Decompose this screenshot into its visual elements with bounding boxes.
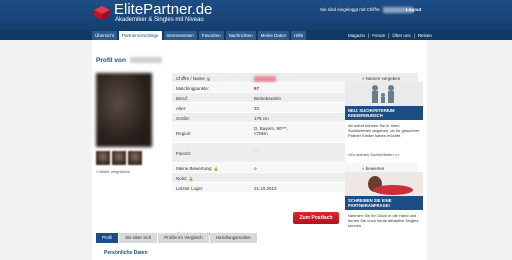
photo-thumbnail[interactable] — [128, 151, 142, 165]
tab-profile-im-vergleich[interactable]: Profile im Vergleich — [158, 233, 209, 243]
photo-thumbnail[interactable] — [96, 151, 110, 165]
height-value: 176 cm — [254, 116, 269, 121]
woman-photo-icon — [345, 172, 423, 196]
page-title: Profil von — [96, 57, 162, 64]
to-mailbox-button[interactable]: Zum Postfach — [293, 212, 339, 224]
row-label: Favorit: — [176, 151, 192, 156]
profile-name-redacted — [129, 57, 162, 64]
row-label: Meine Bewertung: — [176, 166, 213, 171]
tab-favoriten[interactable]: Favoriten — [198, 31, 224, 40]
profile-photo[interactable] — [96, 73, 152, 147]
favorite-heart-icon[interactable]: ♡ — [254, 148, 258, 153]
promo-title: SCHREIBEN SIE EINE PARTNERANFRAGE! — [345, 196, 423, 210]
rating-value: o — [254, 166, 257, 171]
tab-sie-ueber-sich[interactable]: Sie über sich — [119, 233, 158, 243]
last-login-value: 21.10.2013 — [254, 186, 277, 191]
main-nav: Übersicht Partnervorschläge Interessente… — [0, 30, 512, 40]
gift-box-logo-icon[interactable] — [93, 4, 111, 20]
row-label: Alter: — [176, 106, 187, 111]
lock-icon: 🔒 — [213, 166, 219, 171]
enlarge-photos-link[interactable]: » Bilder vergrößern — [96, 169, 130, 174]
tab-nachrichten[interactable]: Nachrichten — [225, 31, 256, 40]
nav-link-reisen[interactable]: Reisen — [418, 31, 432, 40]
tab-partnervorschlaege[interactable]: Partnervorschläge — [119, 31, 162, 40]
matching-points-value: 97 — [254, 86, 260, 91]
tab-uebersicht[interactable]: Übersicht — [92, 31, 118, 40]
lock-icon: 🔒 — [188, 176, 194, 181]
photo-thumbnails — [96, 151, 142, 165]
photo-thumbnail[interactable] — [112, 151, 126, 165]
nav-link-ueber-uns[interactable]: Über uns — [392, 31, 410, 40]
row-label: Größe: — [176, 116, 191, 121]
row-label: Letzter Login: — [176, 186, 204, 191]
job-value: Betriebswirtin — [254, 96, 282, 101]
section-title: Persönliche Daten — [104, 250, 148, 256]
age-value: 33 — [254, 106, 260, 111]
brand-title[interactable]: ElitePartner.de — [114, 1, 212, 18]
lock-icon: 🔒 — [206, 76, 212, 81]
brand-subtitle: Akademiker & Singles mit Niveau — [115, 17, 204, 23]
logout-link[interactable]: Logout — [406, 7, 421, 12]
login-status-text: Sie sind eingeloggt mit Chiffre — [320, 7, 380, 13]
row-label: Chiffre / Name — [176, 76, 205, 81]
sidebar: NEU: SUCHKRITERIUM KINDERWUNSCH Ab sofor… — [345, 82, 423, 260]
nav-link-magazin[interactable]: Magazin — [348, 31, 365, 40]
chiffre-value-redacted — [254, 76, 276, 83]
site-header: ElitePartner.de Akademiker & Singles mit… — [0, 0, 512, 30]
promo-text: Nehmen Sie Ihr Glück in die Hand und ler… — [348, 213, 419, 228]
row-label: Beruf: — [176, 96, 189, 101]
profile-tabs: Profil Sie über sich Profile im Vergleic… — [96, 233, 257, 243]
promo-title: NEU: SUCHKRITERIUM KINDERWUNSCH — [345, 106, 423, 120]
tab-interessenten[interactable]: Interessenten — [163, 31, 197, 40]
tab-hilfe[interactable]: Hilfe — [291, 31, 307, 40]
tab-profil[interactable]: Profil — [96, 233, 119, 243]
login-status: Sie sind eingeloggt mit Chiffre — [320, 7, 416, 13]
tab-handlungsmotive[interactable]: Handlungsmotive — [209, 233, 257, 243]
tab-meine-daten[interactable]: Meine Daten — [257, 31, 290, 40]
promo-partneranfrage[interactable]: SCHREIBEN SIE EINE PARTNERANFRAGE! Nehme… — [345, 172, 423, 252]
promo-kinderwunsch[interactable]: NEU: SUCHKRITERIUM KINDERWUNSCH Ab sofor… — [345, 82, 423, 162]
region-value: D, Bayern, 90***, <70km — [254, 126, 289, 136]
row-label: Matchingpunkte: — [176, 86, 210, 91]
nav-link-forum[interactable]: Forum — [372, 31, 385, 40]
family-icon — [345, 82, 423, 106]
promo-text: Ab sofort können Sie in Ihren Suchkriter… — [348, 123, 420, 138]
row-label: Region: — [176, 131, 192, 136]
search-criteria-link[interactable]: »Zu meinen Suchkriterien >> — [348, 152, 399, 157]
assign-name-link[interactable]: » Namen vergeben — [362, 76, 400, 81]
row-label: Notiz: — [176, 176, 188, 181]
page-title-text: Profil von — [96, 57, 126, 64]
